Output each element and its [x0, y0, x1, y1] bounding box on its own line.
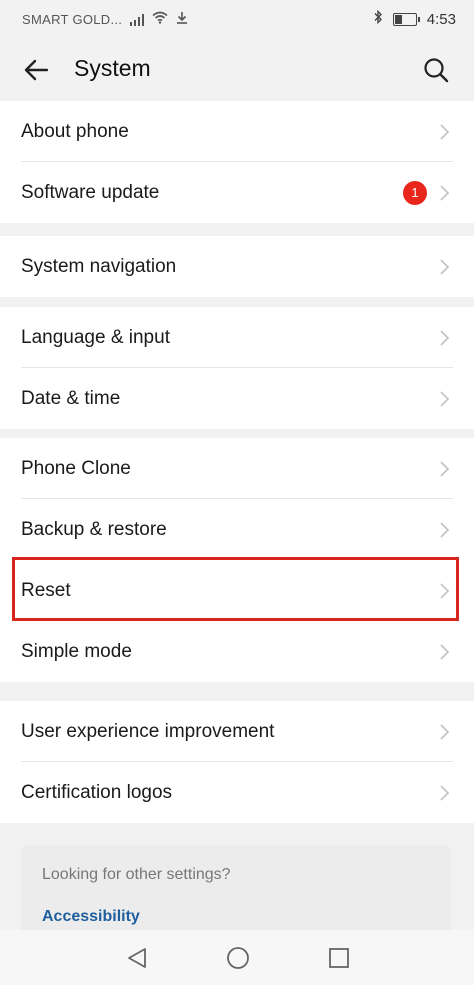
signal-icon — [130, 13, 145, 26]
settings-group-language: Language & input Date & time — [0, 307, 474, 429]
chevron-right-icon — [440, 643, 450, 660]
nav-back-button[interactable] — [126, 946, 148, 975]
item-label: Language & input — [21, 326, 170, 348]
wifi-icon — [152, 11, 168, 27]
accessibility-link[interactable]: Accessibility — [42, 908, 140, 926]
back-arrow-icon — [24, 59, 49, 81]
settings-group-navigation: System navigation — [0, 236, 474, 297]
triangle-back-icon — [128, 948, 146, 968]
settings-item-date-time[interactable]: Date & time — [0, 368, 474, 429]
item-label: Backup & restore — [21, 518, 167, 540]
item-label: Simple mode — [21, 640, 132, 662]
back-button[interactable] — [18, 52, 54, 88]
item-label: System navigation — [21, 255, 177, 277]
status-bar: SMART GOLD... 4:53 — [0, 0, 474, 38]
settings-item-simple-mode[interactable]: Simple mode — [0, 621, 474, 682]
settings-item-language-input[interactable]: Language & input — [0, 307, 474, 368]
item-label: Date & time — [21, 387, 121, 409]
nav-home-button[interactable] — [226, 946, 250, 975]
square-recents-icon — [329, 948, 349, 968]
item-label: Software update — [21, 181, 160, 203]
settings-item-certification-logos[interactable]: Certification logos — [0, 762, 474, 823]
suggestion-card: Looking for other settings? Accessibilit… — [21, 845, 451, 935]
settings-group-device: About phone Software update 1 — [0, 101, 474, 223]
settings-item-software-update[interactable]: Software update 1 — [0, 162, 474, 223]
nav-recents-button[interactable] — [328, 947, 350, 974]
item-label: Certification logos — [21, 781, 173, 803]
settings-item-about-phone[interactable]: About phone — [0, 101, 474, 162]
update-count-badge: 1 — [403, 180, 427, 205]
download-icon — [176, 11, 188, 27]
chevron-right-icon — [440, 723, 450, 740]
settings-item-system-navigation[interactable]: System navigation — [0, 236, 474, 297]
chevron-right-icon — [440, 184, 450, 201]
item-label: About phone — [21, 120, 129, 142]
item-label: Phone Clone — [21, 457, 131, 479]
chevron-right-icon — [440, 784, 450, 801]
chevron-right-icon — [440, 390, 450, 407]
settings-group-about: User experience improvement Certificatio… — [0, 701, 474, 823]
item-label: User experience improvement — [21, 720, 275, 742]
chevron-right-icon — [440, 329, 450, 346]
page-title: System — [74, 55, 151, 81]
chevron-right-icon — [440, 460, 450, 477]
bluetooth-icon — [373, 9, 383, 28]
search-icon — [424, 58, 449, 83]
search-button[interactable] — [418, 52, 454, 88]
clock: 4:53 — [426, 10, 456, 28]
settings-item-backup-restore[interactable]: Backup & restore — [0, 499, 474, 560]
settings-item-phone-clone[interactable]: Phone Clone — [0, 438, 474, 499]
system-nav-bar — [0, 930, 474, 985]
reset-highlight-box — [12, 557, 459, 621]
suggestion-title: Looking for other settings? — [42, 866, 231, 883]
settings-item-user-experience[interactable]: User experience improvement — [0, 701, 474, 762]
chevron-right-icon — [440, 521, 450, 538]
app-header: System — [0, 38, 474, 100]
chevron-right-icon — [440, 258, 450, 275]
battery-icon — [392, 12, 420, 26]
chevron-right-icon — [440, 123, 450, 140]
carrier-label: SMART GOLD... — [22, 11, 123, 27]
circle-home-icon — [227, 947, 249, 969]
